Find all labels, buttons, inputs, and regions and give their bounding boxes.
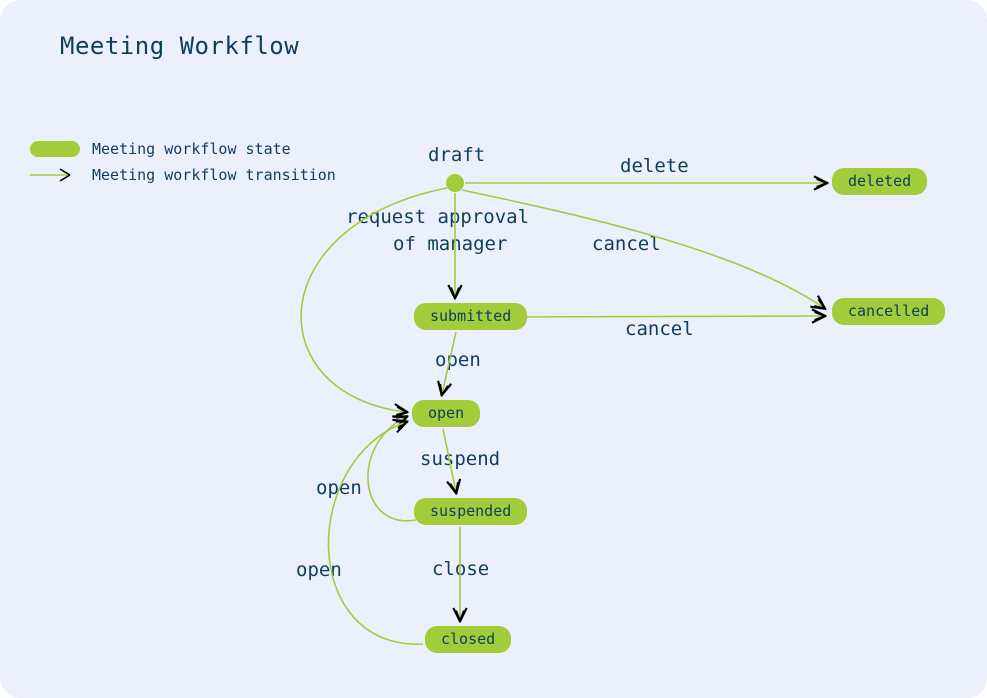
transition-label-delete: delete	[620, 155, 689, 177]
start-dot	[446, 174, 464, 192]
edge-submitted-cancelled	[513, 316, 824, 317]
transition-label-close: close	[432, 558, 489, 580]
state-cancelled: cancelled	[832, 298, 945, 325]
legend-row-state: Meeting workflow state	[30, 140, 336, 158]
state-closed: closed	[425, 626, 511, 653]
transition-label-open-suspended: open	[316, 477, 362, 499]
legend-transition-label: Meeting workflow transition	[92, 166, 336, 184]
transition-label-open-closed: open	[296, 559, 342, 581]
transition-label-request-approval-2: of manager	[393, 233, 507, 255]
legend-state-label: Meeting workflow state	[92, 140, 291, 158]
edges	[0, 0, 987, 698]
transition-label-cancel-draft: cancel	[592, 233, 661, 255]
state-label-draft: draft	[428, 144, 485, 166]
legend-transition-icon	[30, 167, 80, 183]
legend-row-transition: Meeting workflow transition	[30, 166, 336, 184]
legend: Meeting workflow state Meeting workflow …	[30, 140, 336, 192]
transition-label-request-approval-1: request approval	[346, 206, 529, 228]
edge-suspended-open	[368, 417, 416, 521]
state-deleted: deleted	[832, 168, 927, 195]
transition-label-suspend: suspend	[420, 448, 500, 470]
workflow-diagram: Meeting Workflow Meeting workflow state …	[0, 0, 987, 698]
transition-label-open-submitted: open	[435, 349, 481, 371]
transition-label-cancel-submitted: cancel	[625, 318, 694, 340]
state-suspended: suspended	[414, 498, 527, 525]
edge-closed-open	[329, 422, 423, 644]
legend-state-icon	[30, 141, 80, 157]
state-submitted: submitted	[414, 303, 527, 330]
state-open: open	[412, 400, 480, 427]
diagram-title: Meeting Workflow	[60, 32, 299, 60]
